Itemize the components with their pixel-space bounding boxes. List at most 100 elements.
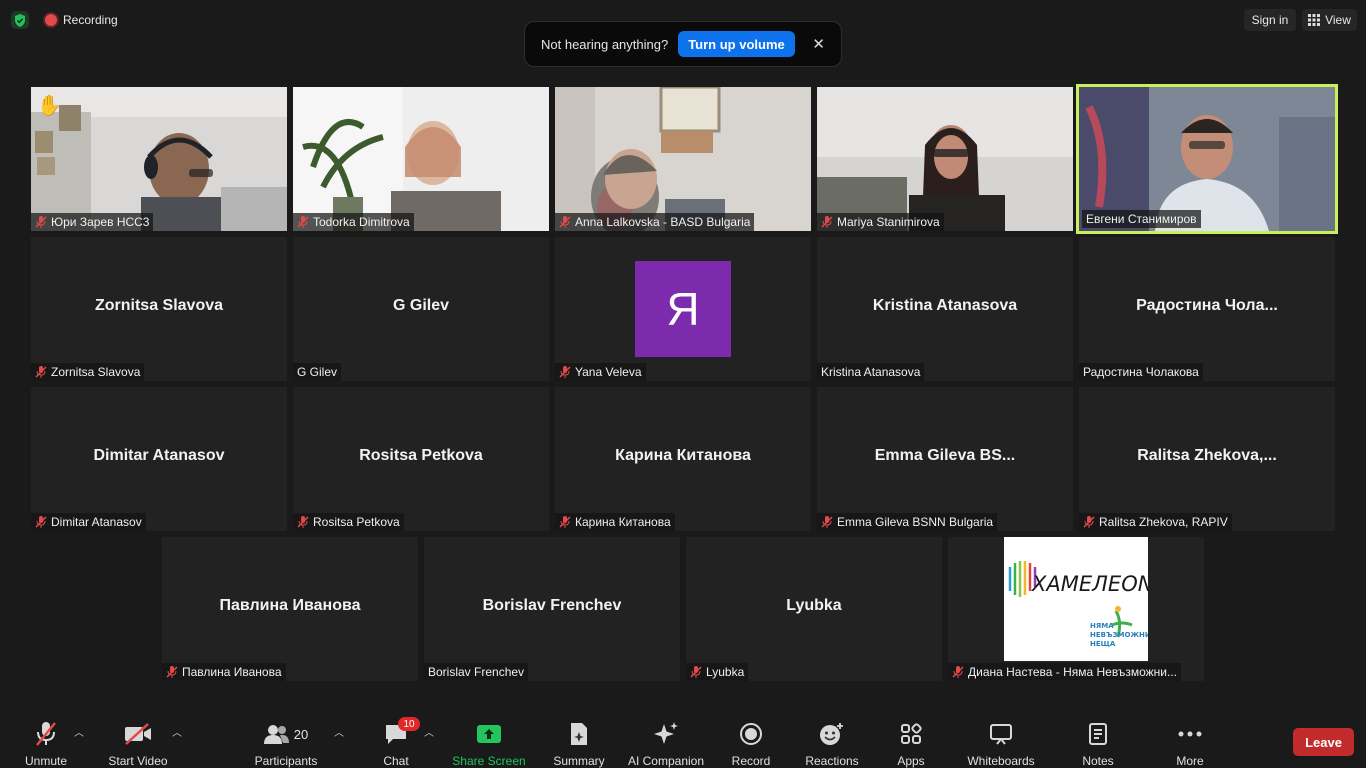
participant-video (293, 87, 549, 231)
participant-display-name: Zornitsa Slavova (94, 297, 224, 314)
participant-name: Yana Veleva (575, 365, 642, 379)
participant-name-tag: Юри Зарев НСС3 (31, 213, 154, 231)
whiteboards-button[interactable]: Whiteboards (964, 712, 1038, 768)
unmute-button[interactable]: Unmute (20, 712, 72, 768)
participant-name: Ralitsa Zhekova, RAPIV (1099, 515, 1228, 529)
notes-button[interactable]: Notes (1078, 712, 1118, 768)
participant-name-tag: Карина Китанова (555, 513, 675, 531)
participant-tile[interactable]: Ralitsa Zhekova,... Ralitsa Zhekova, RAP… (1079, 387, 1335, 531)
notification-text: Not hearing anything? (541, 36, 669, 52)
chat-button[interactable]: 10 Chat (376, 712, 420, 768)
participant-name-tag: Lyubka (686, 663, 749, 681)
participant-tile[interactable]: Emma Gileva BS... Emma Gileva BSNN Bulga… (817, 387, 1073, 531)
turn-up-volume-button[interactable]: Turn up volume (678, 31, 795, 57)
participant-tile[interactable]: Todorka Dimitrova (293, 87, 549, 231)
muted-mic-icon (297, 216, 309, 228)
chat-unread-badge: 10 (398, 717, 420, 731)
muted-mic-icon (559, 516, 571, 528)
start-video-label: Start Video (108, 754, 168, 768)
logo-line1: НЯМА (1090, 622, 1114, 630)
participant-name: Todorka Dimitrova (313, 215, 410, 229)
recording-dot-icon (45, 14, 57, 26)
audio-options-chevron-icon[interactable]: ︿ (74, 724, 84, 739)
reactions-button[interactable]: Reactions (804, 712, 860, 768)
participant-name: Emma Gileva BSNN Bulgaria (837, 515, 994, 529)
participants-button[interactable]: 20 Participants (252, 712, 320, 768)
participant-display-name: Павлина Иванова (219, 597, 361, 614)
participant-name: Anna Lalkovska - BASD Bulgaria (575, 215, 751, 229)
record-button[interactable]: Record (730, 712, 772, 768)
chat-label: Chat (383, 754, 409, 768)
participant-display-name: Радостина Чола... (1136, 297, 1278, 314)
participant-tile[interactable]: Карина Китанова Карина Китанова (555, 387, 811, 531)
participant-tile[interactable]: Kristina Atanasova Kristina Atanasova (817, 237, 1073, 381)
participants-options-chevron-icon[interactable]: ︿ (334, 724, 344, 739)
ai-companion-label: AI Companion (627, 754, 705, 768)
security-shield-icon[interactable] (11, 11, 29, 29)
more-button[interactable]: More (1170, 712, 1210, 768)
recording-indicator[interactable]: Recording (45, 12, 118, 28)
summary-button[interactable]: Summary (550, 712, 608, 768)
close-icon[interactable]: ✕ (812, 35, 825, 53)
reactions-emoji-icon (819, 720, 845, 748)
logo-line2: НЕВЪЗМОЖНИ (1090, 631, 1148, 639)
record-label: Record (731, 754, 771, 768)
grid-view-icon (1308, 14, 1321, 26)
chat-options-chevron-icon[interactable]: ︿ (424, 724, 434, 739)
participant-name: Юри Зарев НСС3 (51, 215, 150, 229)
muted-mic-icon (821, 216, 833, 228)
participant-tile[interactable]: Dimitar Atanasov Dimitar Atanasov (31, 387, 287, 531)
start-video-button[interactable]: Start Video (106, 712, 170, 768)
participant-name-tag: Евгени Станимиров (1082, 210, 1201, 228)
logo-title: ХАМЕЛЕОN (1031, 572, 1148, 596)
participant-name: Dimitar Atanasov (51, 515, 142, 529)
participant-tile[interactable]: Я Yana Veleva (555, 237, 811, 381)
participant-name: Павлина Иванова (182, 665, 282, 679)
avatar: Я (635, 261, 731, 357)
participants-count: 20 (293, 726, 309, 742)
recording-label: Recording (63, 13, 118, 27)
participant-name: Kristina Atanasova (821, 365, 921, 379)
view-button[interactable]: View (1302, 9, 1357, 31)
participant-display-name: Dimitar Atanasov (93, 447, 225, 464)
view-label: View (1325, 13, 1351, 27)
share-screen-icon (476, 720, 502, 748)
apps-button[interactable]: Apps (894, 712, 928, 768)
unmute-label: Unmute (24, 754, 68, 768)
apps-label: Apps (897, 754, 925, 768)
video-options-chevron-icon[interactable]: ︿ (172, 724, 182, 739)
participant-tile[interactable]: Павлина Иванова Павлина Иванова (162, 537, 418, 681)
sign-in-button[interactable]: Sign in (1244, 9, 1296, 31)
participant-name-tag: Emma Gileva BSNN Bulgaria (817, 513, 998, 531)
participant-name: Lyubka (706, 665, 745, 679)
participant-display-name: Ralitsa Zhekova,... (1137, 447, 1277, 464)
muted-mic-icon (690, 666, 702, 678)
active-speaker-tile[interactable]: Евгени Станимиров (1076, 84, 1338, 234)
participant-tile[interactable]: Zornitsa Slavova Zornitsa Slavova (31, 237, 287, 381)
muted-mic-icon (1083, 516, 1095, 528)
participant-tile[interactable]: Радостина Чола... Радостина Чолакова (1079, 237, 1335, 381)
participant-tile[interactable]: Rositsa Petkova Rositsa Petkova (293, 387, 549, 531)
participant-tile[interactable]: Anna Lalkovska - BASD Bulgaria (555, 87, 811, 231)
more-dots-icon (1178, 720, 1202, 748)
participant-display-name: Borislav Frenchev (482, 597, 622, 614)
participant-name: Евгени Станимиров (1086, 212, 1197, 226)
participant-tile[interactable]: ✋ Юри Зарев НСС3 (31, 87, 287, 231)
share-screen-button[interactable]: Share Screen (452, 712, 526, 768)
participant-tile[interactable]: Mariya Stanimirova (817, 87, 1073, 231)
leave-button[interactable]: Leave (1293, 728, 1354, 756)
participant-tile[interactable]: ХАМЕЛЕОN НЯМА НЕВЪЗМОЖНИ НЕЩА Диана Наст… (948, 537, 1204, 681)
participant-tile[interactable]: Lyubka Lyubka (686, 537, 942, 681)
raised-hand-icon: ✋ (37, 95, 62, 117)
muted-mic-icon (559, 216, 571, 228)
participant-display-name: Rositsa Petkova (359, 447, 483, 464)
participant-tile[interactable]: Borislav Frenchev Borislav Frenchev (424, 537, 680, 681)
participant-video (555, 87, 811, 231)
muted-mic-icon (35, 366, 47, 378)
participant-name: Карина Китанова (575, 515, 671, 529)
record-icon (739, 720, 763, 748)
reactions-label: Reactions (805, 754, 859, 768)
participant-tile[interactable]: G Gilev G Gilev (293, 237, 549, 381)
participant-display-name: Lyubka (786, 597, 842, 614)
ai-companion-button[interactable]: AI Companion (624, 712, 708, 768)
